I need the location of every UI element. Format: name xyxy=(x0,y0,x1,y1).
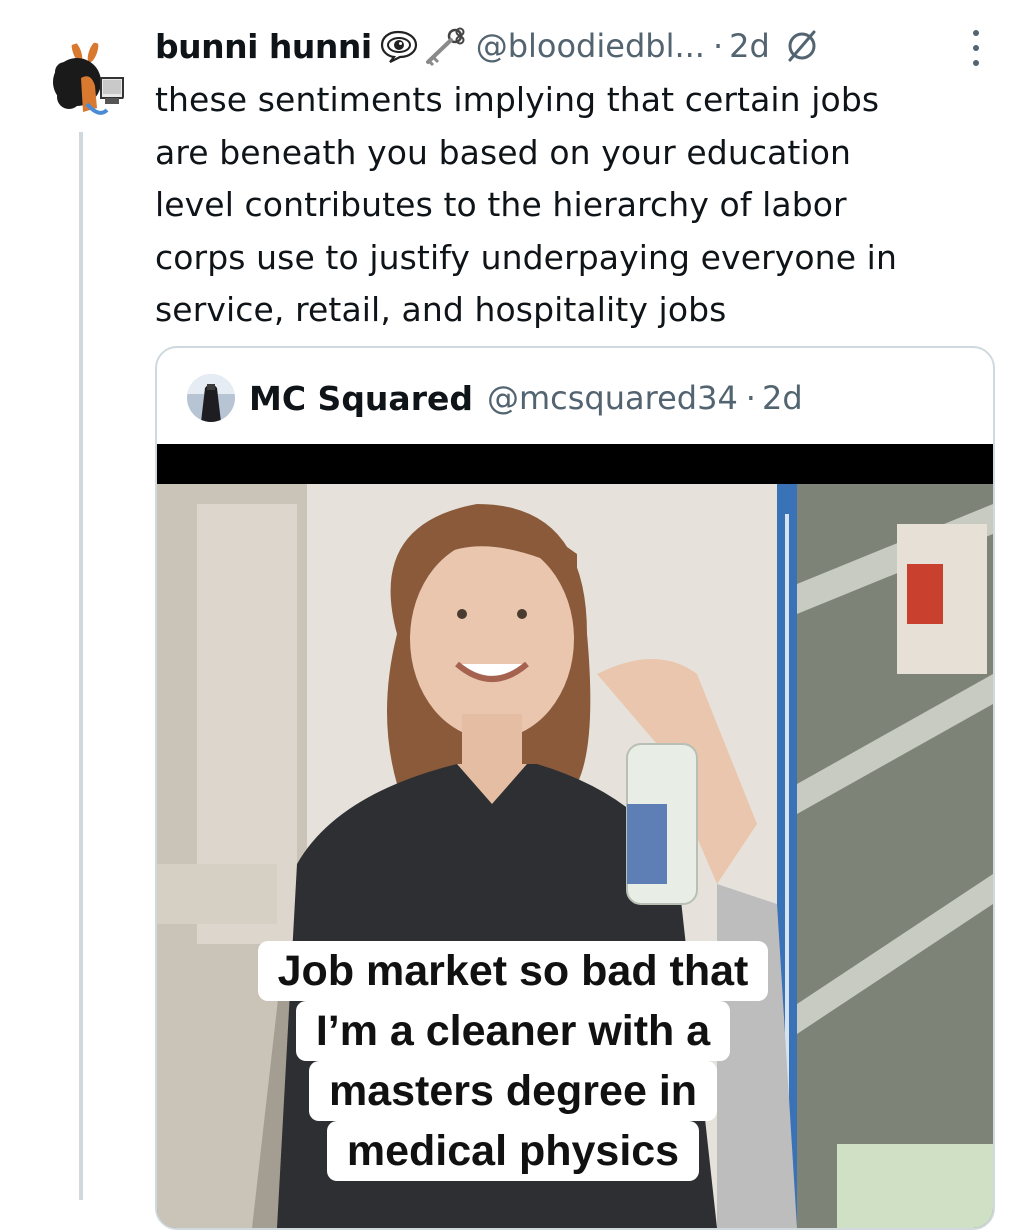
user-handle[interactable]: @bloodiedbl... xyxy=(476,27,705,65)
key-icon xyxy=(425,27,465,66)
quoted-timestamp[interactable]: 2d xyxy=(762,379,803,417)
video-caption: Job market so bad that I’m a cleaner wit… xyxy=(231,941,795,1181)
quoted-user-handle[interactable]: @mcsquared34 xyxy=(487,379,738,417)
quoted-user-avatar[interactable] xyxy=(187,374,235,422)
name-emoji-group xyxy=(380,26,466,66)
quoted-media-image[interactable]: Job market so bad that I’m a cleaner wit… xyxy=(157,444,993,1228)
tweet-timestamp[interactable]: 2d xyxy=(729,27,770,65)
tweet-text-line: these sentiments implying that certain j… xyxy=(155,80,880,119)
caption-line: medical physics xyxy=(326,1121,700,1181)
caption-line: Job market so bad that xyxy=(257,941,769,1001)
separator-dot: · xyxy=(712,27,724,65)
more-options-icon[interactable] xyxy=(964,30,988,66)
display-name[interactable]: bunni hunni xyxy=(155,27,372,66)
thread-line xyxy=(79,132,83,1200)
tweet-text-line: corps use to justify underpaying everyon… xyxy=(155,237,897,277)
quoted-tweet-header: MC Squared @mcsquared34 · 2d xyxy=(187,372,803,424)
quoted-tweet-card[interactable]: MC Squared @mcsquared34 · 2d Job market … xyxy=(155,346,995,1230)
edited-indicator-icon[interactable] xyxy=(784,28,820,64)
tweet-header: bunni hunni @bloodiedbl... · 2d xyxy=(155,22,990,70)
eye-in-speech-bubble-icon xyxy=(380,30,417,63)
tweet-text-line: are beneath you based on your education xyxy=(155,132,852,172)
avatar[interactable] xyxy=(47,42,127,122)
caption-line: masters degree in xyxy=(308,1061,718,1121)
tweet-text: these sentiments implying that certain j… xyxy=(155,74,985,337)
separator-dot: · xyxy=(745,379,756,417)
quoted-display-name[interactable]: MC Squared xyxy=(249,379,473,418)
tweet-text-line: level contributes to the hierarchy of la… xyxy=(155,185,847,224)
caption-line: I’m a cleaner with a xyxy=(295,1001,731,1061)
tweet-text-line: service, retail, and hospitality jobs xyxy=(155,290,727,329)
avatar-illustration xyxy=(47,42,127,122)
